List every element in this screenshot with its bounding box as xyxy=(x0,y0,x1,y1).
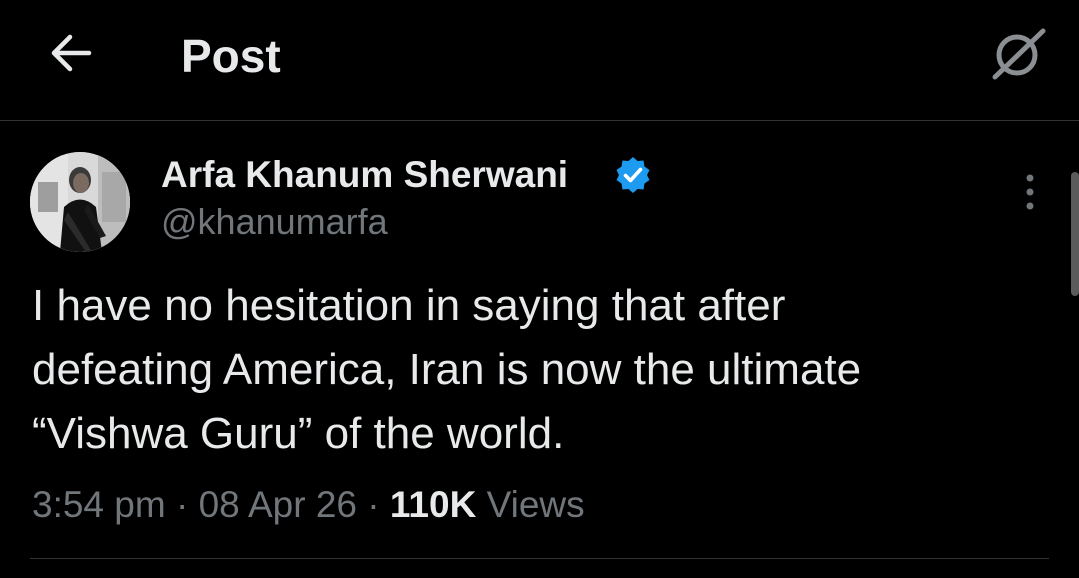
post-time[interactable]: 3:54 pm xyxy=(32,484,166,525)
views-label: Views xyxy=(486,484,585,525)
post-text: I have no hesitation in saying that afte… xyxy=(32,274,1032,466)
divider xyxy=(30,558,1049,559)
author-name[interactable]: Arfa Khanum Sherwani xyxy=(161,154,568,196)
post-text-line: “Vishwa Guru” of the world. xyxy=(32,409,565,458)
post-date[interactable]: 08 Apr 26 xyxy=(199,484,357,525)
scrollbar[interactable] xyxy=(1071,172,1079,296)
post-text-line: I have no hesitation in saying that afte… xyxy=(32,281,786,330)
meta-separator: · xyxy=(367,484,380,525)
author-handle[interactable]: @khanumarfa xyxy=(161,201,388,243)
more-options-button[interactable] xyxy=(1010,170,1050,214)
back-button[interactable] xyxy=(40,28,100,78)
post-meta: 3:54 pm · 08 Apr 26 · 110K Views xyxy=(32,480,585,530)
verified-badge-icon xyxy=(616,157,650,193)
grok-icon xyxy=(992,28,1046,80)
grok-button[interactable] xyxy=(987,24,1051,82)
top-bar: Post xyxy=(0,0,1079,121)
page-title: Post xyxy=(181,30,281,82)
avatar[interactable] xyxy=(30,152,130,252)
arrow-left-icon xyxy=(51,34,92,72)
meta-separator: · xyxy=(175,484,189,525)
more-vertical-icon xyxy=(1026,174,1034,210)
profile-photo xyxy=(30,152,130,252)
views-count[interactable]: 110K xyxy=(390,484,476,525)
post-text-line: defeating America, Iran is now the ultim… xyxy=(32,345,862,394)
